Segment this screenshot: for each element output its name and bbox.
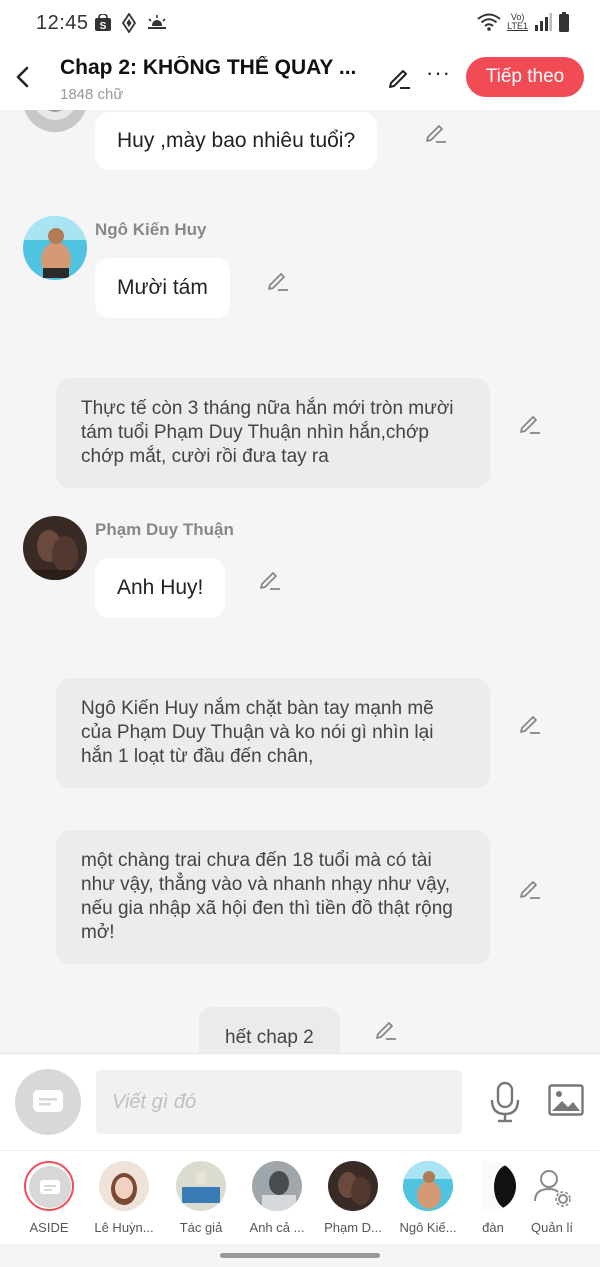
character-item[interactable]: Ngô Kiế...: [393, 1161, 463, 1235]
aside-avatar: [24, 1161, 74, 1211]
pencil-icon: [260, 572, 280, 590]
battery-icon: [559, 12, 569, 32]
chapter-title: Chap 2: KHÔNG THỂ QUAY ...: [60, 56, 357, 79]
weather-icon: [146, 15, 168, 32]
character-label: Ngô Kiế...: [399, 1220, 457, 1235]
edit-message-button[interactable]: [517, 410, 543, 436]
status-time: 12:45: [36, 12, 89, 34]
pencil-icon: [389, 70, 410, 89]
sender-name: Phạm Duy Thuận: [95, 520, 234, 539]
pencil-icon: [520, 716, 540, 734]
vpn-diamond-icon: [122, 13, 136, 33]
status-bar: 12:45 S Vo) LTE1: [0, 0, 600, 44]
status-icons-right: Vo) LTE1: [477, 12, 570, 32]
character-label: Lê Huỳn...: [94, 1220, 154, 1235]
word-count: 1848 chữ: [60, 86, 124, 103]
manage-user-icon: [527, 1161, 577, 1211]
system-nav-bar: [0, 1244, 600, 1267]
more-options-button[interactable]: ···: [426, 60, 451, 86]
pencil-icon: [520, 416, 540, 434]
image-icon: [548, 1084, 584, 1116]
avatar[interactable]: [23, 216, 87, 280]
avatar[interactable]: [23, 516, 87, 580]
chapter-header: Chap 2: KHÔNG THỂ QUAY ... 1848 chữ ··· …: [0, 44, 600, 110]
next-chapter-button[interactable]: Tiếp theo: [466, 57, 584, 97]
character-label: Tác giả: [179, 1220, 223, 1235]
message-bubble[interactable]: Anh Huy!: [95, 558, 226, 618]
avatar: [99, 1161, 149, 1211]
svg-text:S: S: [100, 21, 107, 32]
chat-area[interactable]: Huy ,mày bao nhiêu tuổi? Ngô Kiến Huy Mư…: [0, 110, 600, 1053]
pencil-icon: [268, 273, 288, 291]
edit-message-button[interactable]: [257, 566, 283, 592]
chat-bubble-icon: [29, 1166, 71, 1208]
pencil-icon: [426, 125, 446, 143]
message-bubble[interactable]: Mười tám: [95, 258, 230, 318]
back-button[interactable]: [12, 62, 34, 92]
pencil-icon: [376, 1022, 396, 1040]
character-label: Phạm D...: [324, 1220, 382, 1235]
chat-bubble-icon: [33, 1090, 63, 1112]
character-bar: ASIDE Lê Huỳn... Tác giả Anh cả ... Phạm…: [0, 1150, 600, 1244]
attach-image-button[interactable]: [548, 1084, 584, 1116]
voice-input-button[interactable]: [488, 1080, 522, 1124]
pencil-icon: [520, 881, 540, 899]
message-input[interactable]: [96, 1070, 462, 1134]
avatar: [403, 1161, 453, 1211]
signal-icon: [535, 13, 552, 31]
lte-indicator: Vo) LTE1: [507, 13, 528, 31]
edit-message-button[interactable]: [373, 1016, 399, 1042]
home-indicator[interactable]: [220, 1253, 380, 1258]
wifi-icon: [477, 13, 501, 31]
avatar: [482, 1161, 516, 1211]
lte-bottom-label: LTE1: [507, 21, 528, 31]
character-item-aside[interactable]: ASIDE: [14, 1161, 84, 1235]
character-label: Quản lí: [531, 1220, 573, 1235]
character-item[interactable]: Lê Huỳn...: [89, 1161, 159, 1235]
edit-chapter-button[interactable]: [386, 64, 412, 90]
narration-toggle-button[interactable]: [15, 1069, 81, 1135]
avatar: [328, 1161, 378, 1211]
character-item[interactable]: đàn: [470, 1161, 516, 1235]
end-chapter-bubble[interactable]: hết chap 2: [199, 1007, 340, 1053]
status-icons-left: S: [94, 13, 168, 33]
character-label: Anh cả ...: [249, 1220, 305, 1235]
edit-message-button[interactable]: [265, 267, 291, 293]
back-arrow-icon: [16, 66, 29, 88]
microphone-icon: [490, 1081, 520, 1123]
character-item[interactable]: Tác giả: [166, 1161, 236, 1235]
message-composer: [0, 1053, 600, 1150]
avatar: [252, 1161, 302, 1211]
character-label: ASIDE: [29, 1220, 69, 1235]
avatar: [176, 1161, 226, 1211]
edit-message-button[interactable]: [517, 875, 543, 901]
sender-name: Ngô Kiến Huy: [95, 220, 207, 239]
narration-bubble[interactable]: một chàng trai chưa đến 18 tuổi mà có tà…: [56, 830, 490, 964]
character-item[interactable]: Anh cả ...: [242, 1161, 312, 1235]
character-label: đàn: [482, 1220, 504, 1235]
edit-message-button[interactable]: [517, 710, 543, 736]
message-bubble[interactable]: Huy ,mày bao nhiêu tuổi?: [95, 112, 378, 170]
narration-bubble[interactable]: Thực tế còn 3 tháng nữa hắn mới tròn mườ…: [56, 378, 490, 488]
avatar[interactable]: [23, 110, 87, 132]
manage-characters-button[interactable]: Quản lí: [517, 1161, 587, 1235]
narration-bubble[interactable]: Ngô Kiến Huy nắm chặt bàn tay mạnh mẽ củ…: [56, 678, 490, 788]
shopping-bag-icon: S: [95, 14, 111, 32]
edit-message-button[interactable]: [423, 119, 449, 145]
character-item[interactable]: Phạm D...: [318, 1161, 388, 1235]
